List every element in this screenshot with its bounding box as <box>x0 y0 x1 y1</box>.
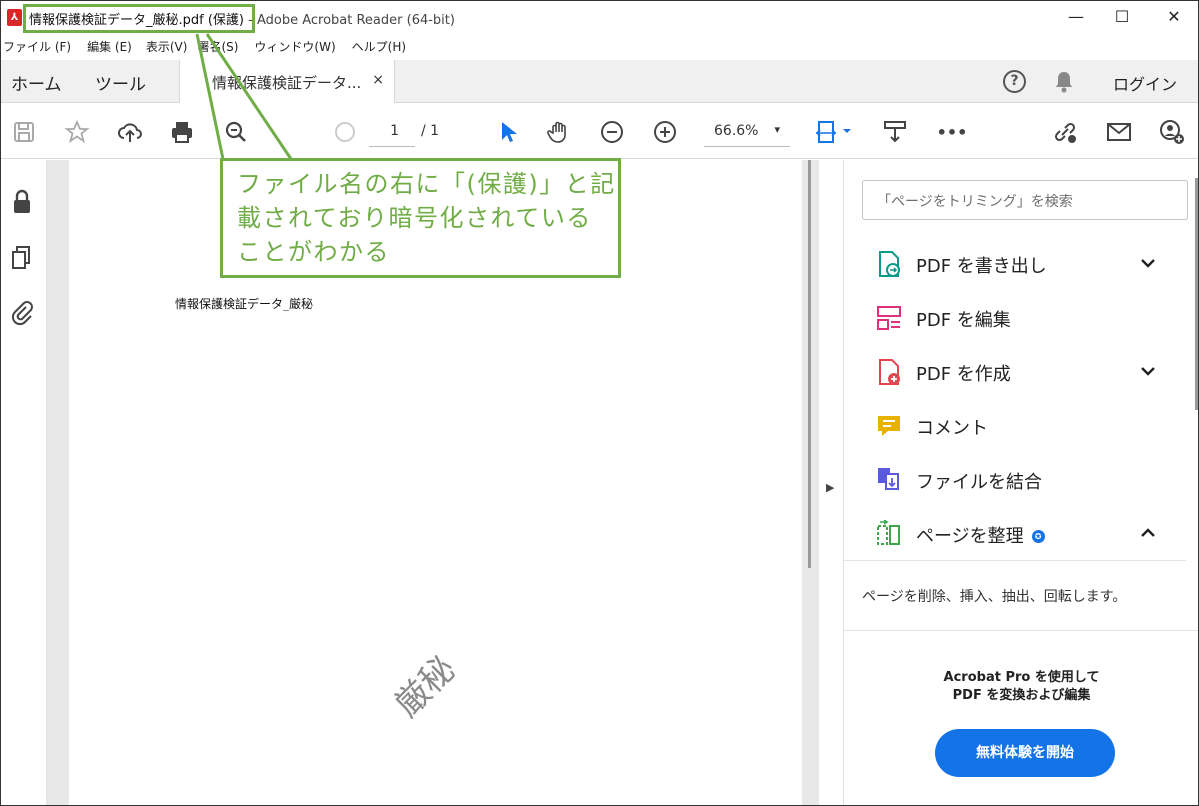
zoom-search-icon[interactable] <box>222 118 250 146</box>
hand-tool-icon[interactable] <box>545 118 573 146</box>
tool-edit-pdf[interactable]: PDF を編集 <box>844 292 1174 344</box>
edit-pdf-icon <box>876 304 902 332</box>
zoom-in-icon[interactable] <box>651 118 679 146</box>
promo-line-2: PDF を変換および編集 <box>952 688 1091 703</box>
collapse-right-panel-icon[interactable]: ▶ <box>826 481 834 494</box>
previous-page-icon[interactable] <box>331 118 359 146</box>
start-free-trial-button[interactable]: 無料体験を開始 <box>935 729 1115 777</box>
document-heading: 情報保護検証データ_厳秘 <box>175 297 314 311</box>
login-button[interactable]: ログイン <box>1113 71 1177 95</box>
chevron-down-icon[interactable] <box>1140 254 1156 273</box>
pdf-icon: ⅄ <box>7 9 22 26</box>
comment-icon <box>876 412 902 440</box>
fit-page-icon[interactable] <box>814 118 858 146</box>
panel-divider <box>844 560 1186 561</box>
acrobat-window: ⅄ 情報保護検証データ_厳秘.pdf (保護) - Adobe Acrobat … <box>0 0 1199 806</box>
bookmark-star-icon[interactable] <box>63 118 91 146</box>
annotation-callout: ファイル名の右に「(保護)」と記載されており暗号化されていることがわかる <box>220 158 621 278</box>
tool-label: ファイルを結合 <box>916 472 1042 493</box>
promo-line-1: Acrobat Pro を使用して <box>943 670 1100 685</box>
window-title-app: - Adobe Acrobat Reader (64-bit) <box>244 13 455 28</box>
lock-icon[interactable] <box>9 188 35 216</box>
menu-help[interactable]: ヘルプ(H) <box>344 36 414 58</box>
close-window-button[interactable]: ✕ <box>1151 5 1197 31</box>
watermark-text: 厳秘 <box>387 648 464 726</box>
create-pdf-icon <box>876 358 902 386</box>
page-total: / 1 <box>421 123 440 139</box>
tools-panel: 「ページをトリミング」を検索 PDF を書き出し PDF を編集 PDF を作成 <box>843 160 1198 805</box>
attachment-icon[interactable] <box>9 298 35 326</box>
menu-window[interactable]: ウィンドウ(W) <box>246 36 343 58</box>
tool-export-pdf[interactable]: PDF を書き出し <box>844 238 1174 290</box>
tool-label: PDF を書き出し <box>916 256 1047 277</box>
promo-section: Acrobat Pro を使用して PDF を変換および編集 無料体験を開始 <box>844 630 1198 805</box>
page-number-input[interactable]: 1 <box>369 117 415 147</box>
panel-scrollbar[interactable] <box>1195 178 1198 410</box>
tool-organize-pages[interactable]: ページを整理 ✪ <box>844 508 1174 560</box>
share-link-icon[interactable] <box>1051 118 1079 146</box>
tool-label: コメント <box>916 418 988 439</box>
menu-bar: ファイル (F) 編集 (E) 表示(V) 署名(S) ウィンドウ(W) ヘルプ… <box>1 36 1198 58</box>
zoom-level-select[interactable]: 66.6% ▾ <box>704 117 790 147</box>
page-thumbnails-icon[interactable] <box>9 244 35 272</box>
tool-label: ページを整理 ✪ <box>916 522 1045 548</box>
tab-tools[interactable]: ツール <box>95 70 146 95</box>
email-icon[interactable] <box>1105 118 1133 146</box>
new-feature-badge-icon: ✪ <box>1031 530 1045 543</box>
document-scrollbar[interactable] <box>808 160 811 568</box>
minimize-button[interactable]: — <box>1053 5 1099 31</box>
save-icon[interactable] <box>10 118 38 146</box>
tool-label-text: ページを整理 <box>916 526 1024 547</box>
scroll-mode-icon[interactable] <box>881 118 909 146</box>
print-icon[interactable] <box>168 118 196 146</box>
promo-text: Acrobat Pro を使用して PDF を変換および編集 <box>844 669 1198 705</box>
chevron-down-icon[interactable] <box>1140 362 1156 381</box>
help-icon[interactable]: ? <box>1003 70 1026 93</box>
close-tab-icon[interactable]: × <box>372 72 384 88</box>
chevron-up-icon[interactable] <box>1140 524 1156 543</box>
upload-cloud-icon[interactable] <box>116 118 144 146</box>
bell-icon[interactable] <box>1053 70 1075 94</box>
title-highlight-box <box>23 4 255 33</box>
export-pdf-icon <box>876 250 902 278</box>
tool-comment[interactable]: コメント <box>844 400 1174 452</box>
tab-document[interactable]: 情報保護検証データ... × <box>179 60 395 103</box>
menu-sign[interactable]: 署名(S) <box>195 36 246 58</box>
maximize-button[interactable]: ☐ <box>1099 5 1145 31</box>
tool-create-pdf[interactable]: PDF を作成 <box>844 346 1174 398</box>
tool-label: PDF を作成 <box>916 364 1011 385</box>
tool-label: PDF を編集 <box>916 310 1011 331</box>
tab-bar: ホーム ツール 情報保護検証データ... × ? ログイン <box>1 60 1198 103</box>
chevron-down-icon: ▾ <box>774 123 780 136</box>
more-tools-icon[interactable]: ••• <box>937 118 968 146</box>
select-cursor-icon[interactable] <box>493 118 521 146</box>
tab-home[interactable]: ホーム <box>11 70 62 95</box>
left-navigation-rail <box>1 160 47 805</box>
add-user-icon[interactable] <box>1158 118 1186 146</box>
toolbar: 1 / 1 66.6% ▾ ••• <box>1 104 1198 159</box>
zoom-out-icon[interactable] <box>598 118 626 146</box>
callout-text: ファイル名の右に「(保護)」と記載されており暗号化されていることがわかる <box>237 170 616 266</box>
menu-edit[interactable]: 編集 (E) <box>79 36 140 58</box>
tool-combine-files[interactable]: ファイルを結合 <box>844 454 1174 506</box>
menu-file[interactable]: ファイル (F) <box>1 36 79 58</box>
tab-document-label: 情報保護検証データ... <box>212 74 362 92</box>
zoom-level-value: 66.6% <box>714 123 759 139</box>
organize-pages-icon <box>876 519 902 548</box>
menu-view[interactable]: 表示(V) <box>140 36 196 58</box>
combine-files-icon <box>876 466 902 494</box>
tool-search-input[interactable]: 「ページをトリミング」を検索 <box>862 180 1188 220</box>
organize-description: ページを削除、挿入、抽出、回転します。 <box>862 589 1127 605</box>
